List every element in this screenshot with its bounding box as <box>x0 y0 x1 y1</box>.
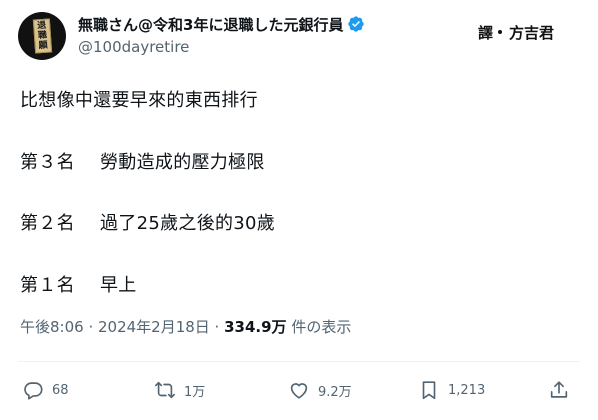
rank-text: 早上 <box>100 275 137 296</box>
reply-icon <box>24 382 43 400</box>
rank-line: 第１名 早上 <box>20 271 137 297</box>
author-handle[interactable]: @100dayretire <box>78 38 365 58</box>
separator-dot <box>496 28 505 36</box>
view-count-suffix: 件の表示 <box>286 318 352 336</box>
reply-count: 68 <box>52 382 69 398</box>
rank-label: 第１名 <box>20 275 75 296</box>
divider <box>18 361 580 362</box>
author-info: 無職さん@令和3年に退職した元銀行員 @100dayretire <box>78 13 365 58</box>
repost-count: 1万 <box>184 384 206 400</box>
author-display-name[interactable]: 無職さん@令和3年に退職した元銀行員 <box>78 14 343 35</box>
translator-label: 譯 <box>478 23 494 42</box>
repost-button[interactable]: 1万 <box>154 376 205 404</box>
avatar[interactable]: 退 職 願 <box>18 12 66 60</box>
translator-watermark: 譯 方吉君 <box>478 21 554 43</box>
translator-name: 方吉君 <box>509 23 555 42</box>
tweet-meta: 午後8:06 · 2024年2月18日 · 334.9万 件の表示 <box>20 316 351 337</box>
repost-icon <box>155 381 175 399</box>
bookmark-count: 1,213 <box>448 382 486 398</box>
verified-badge-icon <box>348 16 365 32</box>
rank-text: 勞動造成的壓力極限 <box>100 152 265 173</box>
avatar-char: 願 <box>38 40 49 52</box>
rank-line: 第２名 過了25歲之後的30歲 <box>20 209 275 235</box>
share-button[interactable] <box>548 376 570 404</box>
rank-label: 第３名 <box>20 152 75 173</box>
reply-button[interactable]: 68 <box>22 376 69 404</box>
rank-label: 第２名 <box>20 213 75 234</box>
share-icon <box>550 381 568 398</box>
bookmark-button[interactable]: 1,213 <box>418 376 485 404</box>
tweet-title: 比想像中還要早來的東西排行 <box>20 90 258 111</box>
like-count: 9.2万 <box>318 384 352 400</box>
heart-icon <box>290 383 308 399</box>
like-button[interactable]: 9.2万 <box>288 376 352 404</box>
avatar-char: 職 <box>37 30 48 42</box>
bookmark-icon <box>422 381 436 400</box>
timestamp[interactable]: 午後8:06 · 2024年2月18日 · <box>20 318 224 336</box>
action-bar: 68 1万 9.2万 1,213 <box>22 376 578 404</box>
avatar-plate: 退 職 願 <box>32 18 53 54</box>
rank-line: 第３名 勞動造成的壓力極限 <box>20 148 265 174</box>
rank-text: 過了25歲之後的30歲 <box>100 213 276 234</box>
view-count: 334.9万 <box>224 318 287 336</box>
